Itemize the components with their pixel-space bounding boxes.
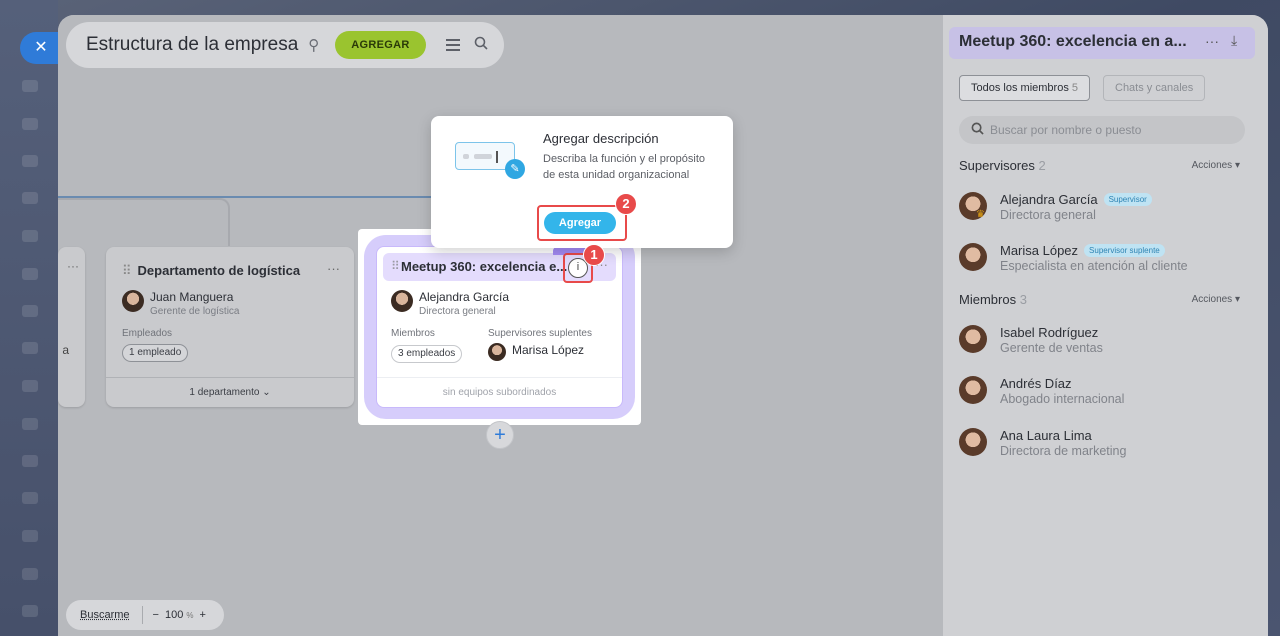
background-icon xyxy=(22,492,38,504)
role-badge: Supervisor suplente xyxy=(1084,244,1165,257)
deputies-label: Supervisores suplentes xyxy=(488,328,592,339)
department-title: ⠿ Departamento de logística xyxy=(122,263,301,278)
background-icon xyxy=(22,268,38,280)
background-icon xyxy=(22,230,38,242)
list-item[interactable]: Marisa López Supervisor suplente Especial… xyxy=(959,243,1188,273)
background-icon xyxy=(22,305,38,317)
list-item[interactable]: Ana Laura Lima Directora de marketing xyxy=(959,428,1126,458)
department-head[interactable]: Juan Manguera Gerente de logística xyxy=(122,290,240,317)
background-icon xyxy=(22,605,38,617)
drag-handle-icon[interactable]: ⠿ xyxy=(391,259,400,273)
employees-count[interactable]: 1 empleado xyxy=(122,344,189,362)
department-card-logistics[interactable]: ⠿ Departamento de logística ··· Juan Mang… xyxy=(106,247,354,407)
list-item[interactable]: Andrés Díaz Abogado internacional xyxy=(959,376,1124,406)
side-panel-title: Meetup 360: excelencia en a... xyxy=(959,33,1187,50)
popup-title: Agregar descripción xyxy=(543,131,659,146)
avatar xyxy=(959,376,987,404)
team-card-meetup[interactable]: ⠿ Meetup 360: excelencia e... ··· i Alej… xyxy=(376,246,623,408)
drag-handle-icon[interactable]: ⠿ xyxy=(122,263,132,278)
avatar xyxy=(391,290,413,312)
team-head[interactable]: Alejandra García Directora general xyxy=(391,290,509,317)
find-me-link[interactable]: Buscarme xyxy=(66,609,142,621)
more-icon[interactable]: ··· xyxy=(327,261,340,276)
background-icon xyxy=(22,530,38,542)
avatar: ♛ xyxy=(959,192,987,220)
team-footer: sin equipos subordinados xyxy=(377,377,622,407)
background-icon xyxy=(22,380,38,392)
head-name: Alejandra García xyxy=(419,290,510,304)
zoom-in-button[interactable]: + xyxy=(200,609,206,621)
add-button[interactable]: AGREGAR xyxy=(335,31,426,59)
popup-description: Describa la función y el propósito de es… xyxy=(543,153,706,181)
members-label: Miembros xyxy=(391,328,435,339)
avatar xyxy=(488,343,506,361)
member-search-input[interactable]: Buscar por nombre o puesto xyxy=(959,116,1245,144)
avatar xyxy=(959,428,987,456)
chevron-down-icon: ⌄ xyxy=(262,387,271,398)
team-title: Meetup 360: excelencia e... xyxy=(401,259,568,274)
deputy-supervisor[interactable]: Marisa López xyxy=(488,343,584,361)
members-heading: Miembros 3 xyxy=(959,292,1027,307)
chevron-down-icon: ▾ xyxy=(1234,160,1240,171)
canvas-toolbar: Estructura de la empresa ⚲ AGREGAR xyxy=(66,22,504,68)
search-icon[interactable] xyxy=(474,36,488,55)
page-title: Estructura de la empresa xyxy=(86,34,299,55)
employees-label: Empleados xyxy=(122,328,173,339)
more-icon[interactable]: ··· xyxy=(67,259,79,273)
zoom-control: − 100 % + xyxy=(143,609,206,621)
crown-icon: ♛ xyxy=(976,209,985,220)
partial-text: a xyxy=(62,343,69,357)
head-role: Directora general xyxy=(419,306,496,317)
search-icon xyxy=(971,122,984,138)
tab-all-members[interactable]: Todos los miembros 5 xyxy=(959,75,1091,101)
side-panel-header: Meetup 360: excelencia en a... ··· ⤓ xyxy=(949,27,1255,59)
annotation-badge-2: 2 xyxy=(615,193,637,215)
search-placeholder: Buscar por nombre o puesto xyxy=(990,123,1142,137)
close-icon: ✕ xyxy=(34,39,48,56)
tab-chats-channels[interactable]: Chats y canales xyxy=(1103,75,1206,101)
chevron-down-icon: ▾ xyxy=(1234,294,1240,305)
company-structure-slider: Estructura de la empresa ⚲ AGREGAR ··· a… xyxy=(58,15,1268,636)
annotation-badge-1: 1 xyxy=(583,244,605,266)
canvas-bottom-bar: Buscarme − 100 % + xyxy=(66,600,224,630)
supervisors-heading: Supervisores 2 xyxy=(959,158,1046,173)
background-icon xyxy=(22,342,38,354)
add-description-popup: ✎ Agregar descripción Describa la funció… xyxy=(431,116,733,248)
background-icon xyxy=(22,568,38,580)
menu-icon[interactable] xyxy=(445,36,460,54)
collapse-icon[interactable]: ⤓ xyxy=(1231,32,1237,49)
org-canvas[interactable]: Estructura de la empresa ⚲ AGREGAR ··· a… xyxy=(58,15,943,636)
department-card-partial[interactable]: ··· a xyxy=(58,247,85,407)
close-slider-button[interactable]: ✕ xyxy=(20,32,60,64)
background-icon xyxy=(22,418,38,430)
background-app-strip xyxy=(0,0,58,636)
tree-connector xyxy=(58,198,230,246)
members-actions-menu[interactable]: Acciones ▾ xyxy=(1192,294,1240,305)
background-icon xyxy=(22,118,38,130)
avatar xyxy=(122,290,144,312)
annotation-highlight-2 xyxy=(537,205,627,241)
more-icon[interactable]: ··· xyxy=(1205,33,1219,49)
add-unit-button[interactable]: + xyxy=(486,421,514,449)
background-icon xyxy=(22,455,38,467)
supervisors-actions-menu[interactable]: Acciones ▾ xyxy=(1192,160,1240,171)
avatar xyxy=(959,243,987,271)
head-name: Juan Manguera xyxy=(150,290,234,304)
pencil-icon: ✎ xyxy=(505,159,525,179)
background-icon xyxy=(22,192,38,204)
background-icon xyxy=(22,155,38,167)
deputy-name: Marisa López xyxy=(512,343,585,357)
role-badge: Supervisor xyxy=(1103,193,1152,206)
avatar xyxy=(959,325,987,353)
team-side-panel: Meetup 360: excelencia en a... ··· ⤓ Tod… xyxy=(943,15,1268,636)
zoom-level: 100 % xyxy=(164,609,194,621)
background-icon xyxy=(22,80,38,92)
head-role: Gerente de logística xyxy=(150,306,240,317)
list-item[interactable]: Isabel Rodríguez Gerente de ventas xyxy=(959,325,1103,355)
pin-icon[interactable]: ⚲ xyxy=(308,36,319,54)
subdepartments-toggle[interactable]: 1 departamento ⌄ xyxy=(106,377,354,407)
zoom-out-button[interactable]: − xyxy=(153,609,159,621)
list-item[interactable]: ♛ Alejandra García Supervisor Directora g… xyxy=(959,192,1152,222)
members-count[interactable]: 3 empleados xyxy=(391,345,463,363)
